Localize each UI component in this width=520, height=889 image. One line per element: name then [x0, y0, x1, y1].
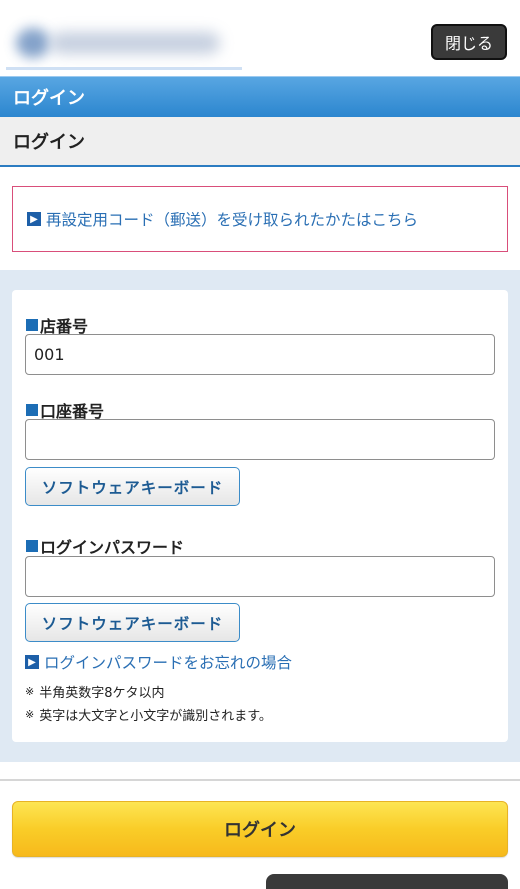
square-bullet-icon [26, 319, 38, 331]
password-label: ログインパスワード [26, 534, 184, 558]
note-item: ※ 英字は大文字と小文字が識別されます。 [25, 705, 272, 724]
note-mark: ※ [25, 685, 35, 698]
close-button[interactable]: 閉じる [431, 24, 507, 60]
chevron-right-icon: ▶ [27, 212, 41, 226]
forgot-password-link[interactable]: ログインパスワードをお忘れの場合 [44, 651, 292, 673]
app-header: 閉じる [0, 0, 520, 76]
password-label-text: ログインパスワード [40, 538, 185, 557]
bank-logo [6, 18, 242, 70]
reset-code-link[interactable]: 再設定用コード（郵送）を受け取られたかたはこちら [46, 208, 418, 230]
divider [0, 779, 520, 781]
branch-number-input[interactable]: 001 [25, 334, 495, 375]
note-text: 英字は大文字と小文字が識別されます。 [39, 709, 272, 724]
password-input[interactable] [25, 556, 495, 597]
note-text: 半角英数字8ケタ以内 [39, 686, 165, 701]
account-software-keyboard-button[interactable]: ソフトウェアキーボード [25, 467, 240, 506]
login-button[interactable]: ログイン [12, 801, 508, 857]
square-bullet-icon [26, 404, 38, 416]
section-title: ログイン [13, 132, 85, 153]
secondary-button[interactable] [266, 874, 508, 889]
account-number-input[interactable] [25, 419, 495, 460]
square-bullet-icon [26, 540, 38, 552]
branch-number-value: 001 [34, 345, 65, 364]
page-title-bar: ログイン [0, 76, 520, 117]
password-software-keyboard-button[interactable]: ソフトウェアキーボード [25, 603, 240, 642]
note-mark: ※ [25, 708, 35, 721]
chevron-right-icon: ▶ [25, 655, 39, 669]
section-title-bar: ログイン [0, 117, 520, 167]
page-title: ログイン [13, 88, 85, 109]
note-item: ※ 半角英数字8ケタ以内 [25, 682, 165, 701]
forgot-password-row: ▶ ログインパスワードをお忘れの場合 [25, 651, 292, 673]
reset-code-notice: ▶ 再設定用コード（郵送）を受け取られたかたはこちら [12, 186, 508, 252]
